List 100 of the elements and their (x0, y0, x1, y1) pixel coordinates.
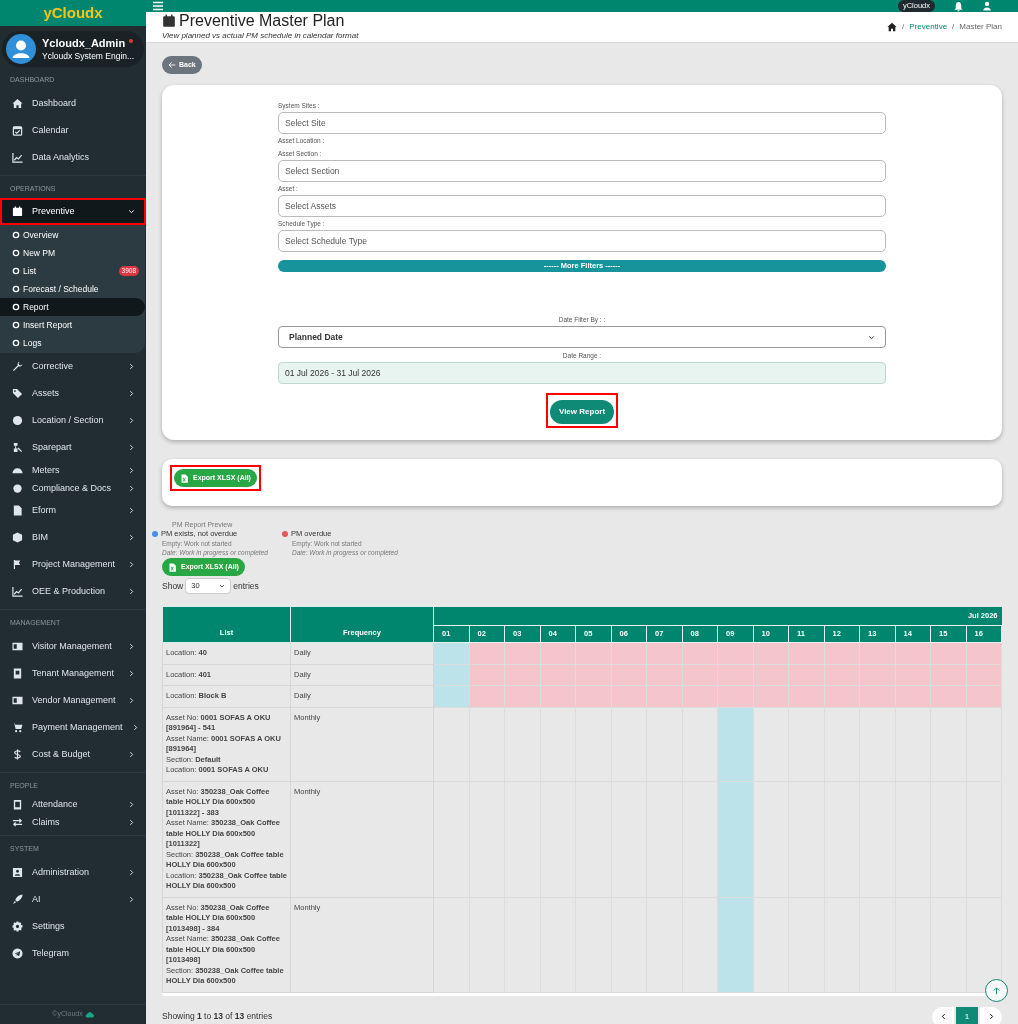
nav-item[interactable]: Assets (0, 380, 146, 407)
submenu-item[interactable]: Forecast / Schedule (0, 280, 145, 298)
exchange-icon (12, 816, 23, 828)
chevron-right-icon (128, 818, 135, 826)
chevron-right-icon (128, 466, 135, 474)
chevron-right-icon (128, 868, 135, 876)
profile-button[interactable] (982, 1, 992, 11)
chevron-right-icon (128, 561, 135, 568)
flag-icon (12, 559, 23, 570)
date-filter-select[interactable]: Planned Date (278, 326, 886, 348)
gear-icon (12, 920, 23, 932)
home-icon (887, 22, 898, 32)
calendar-icon (12, 206, 23, 217)
chevron-right-icon (128, 696, 135, 704)
entries-info: Showing 1 to 13 of 13 entries (162, 1010, 273, 1023)
badge-icon (12, 667, 23, 679)
submenu-item[interactable]: Logs (0, 334, 145, 352)
breadcrumb-link[interactable]: Preventive (909, 21, 948, 33)
nav-item[interactable]: AI (0, 885, 146, 913)
show-label: Show (162, 579, 184, 593)
nav-item[interactable]: OEE & Production (0, 578, 146, 605)
nav-item[interactable]: Cost & Budget (0, 740, 146, 768)
spreadsheet-file-icon (168, 562, 177, 572)
nav-item[interactable]: Settings (0, 912, 146, 940)
nav-item[interactable]: Telegram (0, 939, 146, 967)
nav-item[interactable]: Dashboard (0, 89, 146, 117)
select-field[interactable]: Select Site (278, 112, 886, 134)
ring-icon (12, 303, 20, 311)
nav-item[interactable]: Corrective (0, 353, 146, 380)
nav-item[interactable]: BIM (0, 524, 146, 551)
spreadsheet-file-icon (180, 473, 189, 483)
submenu-item[interactable]: Overview (0, 226, 145, 244)
submenu-item[interactable]: Report (0, 298, 145, 316)
send-icon (12, 947, 23, 959)
clipboard-icon (12, 798, 23, 810)
user-card[interactable]: Ycloudx_Admin Ycloudx System Engin... (2, 31, 144, 67)
chevron-right-icon (128, 507, 135, 514)
select-field[interactable]: Select Assets (278, 195, 886, 217)
submenu-item[interactable]: New PM (0, 244, 145, 262)
chevron-down-icon (219, 583, 226, 589)
chevron-right-icon (128, 588, 135, 595)
select-field[interactable]: Select Schedule Type (278, 230, 886, 252)
arrow-up-icon (992, 985, 1001, 995)
tag-icon (12, 388, 23, 399)
ring-icon (12, 285, 20, 293)
menu-button[interactable] (152, 0, 164, 12)
chevron-right-icon (128, 642, 135, 650)
circle-icon (12, 482, 23, 494)
calendar-icon (12, 124, 23, 136)
id-card-icon (12, 694, 23, 706)
chevron-left-icon (939, 1013, 947, 1020)
nav-item[interactable]: Data Analytics (0, 143, 146, 171)
page-title: Preventive Master Plan (179, 12, 345, 30)
view-report-button[interactable]: View Report (549, 400, 615, 424)
nav-item[interactable]: Administration (0, 858, 146, 886)
select-field[interactable]: Select Section (278, 160, 886, 182)
chevron-right-icon (128, 750, 135, 758)
chevron-right-icon (128, 800, 135, 808)
nav-item[interactable]: Visitor Management (0, 632, 146, 660)
chevron-right-icon (128, 363, 135, 370)
nav-item[interactable]: Calendar (0, 116, 146, 144)
submenu-item[interactable]: Insert Report (0, 316, 145, 334)
cart-icon (12, 721, 23, 733)
arrow-left-icon (168, 61, 176, 69)
chevron-down-icon (128, 208, 135, 215)
chevron-right-icon (128, 390, 135, 397)
chevron-right-icon (131, 723, 139, 731)
chevron-right-icon (128, 895, 135, 903)
chart-icon (12, 151, 23, 163)
nav-item[interactable]: Project Management (0, 551, 146, 578)
entries-label: entries (233, 579, 259, 593)
nav-item[interactable]: Eform (0, 497, 146, 524)
nav-item[interactable]: Claims (0, 813, 146, 831)
nav-item[interactable]: Payment Management (0, 713, 146, 741)
chevron-right-icon (128, 484, 135, 492)
nav-item[interactable]: Attendance (0, 795, 146, 813)
nav-item[interactable]: Compliance & Docs (0, 479, 146, 497)
nav-item[interactable]: Preventive (0, 198, 146, 225)
user-name: Ycloudx_Admin (42, 36, 126, 50)
page-subtitle: View planned vs actual PM schedule in calendar format (162, 30, 359, 42)
home-icon (12, 97, 23, 109)
page-button[interactable]: 1 (956, 1006, 978, 1024)
notifications-button[interactable] (953, 0, 964, 12)
nav-item[interactable]: Vendor Management (0, 686, 146, 714)
document-icon (12, 505, 23, 516)
date-range-field[interactable]: 01 Jul 2026 - 31 Jul 2026 (278, 362, 886, 384)
nav-item[interactable]: Tenant Management (0, 659, 146, 687)
wrench-icon (12, 361, 23, 372)
user-role: Ycloudx System Engin... (42, 49, 135, 62)
ring-icon (12, 321, 20, 329)
chevron-right-icon (987, 1013, 995, 1020)
nav-item[interactable]: Location / Section (0, 407, 146, 434)
chevron-right-icon (128, 534, 135, 541)
chevron-down-icon (868, 333, 875, 341)
ring-icon (12, 267, 20, 275)
menu-icon (152, 0, 164, 12)
breadcrumb-current: Master Plan (959, 21, 1002, 33)
nav-item[interactable]: Meters (0, 461, 146, 479)
nav-item[interactable]: Sparepart (0, 434, 146, 461)
chevron-right-icon (128, 669, 135, 677)
